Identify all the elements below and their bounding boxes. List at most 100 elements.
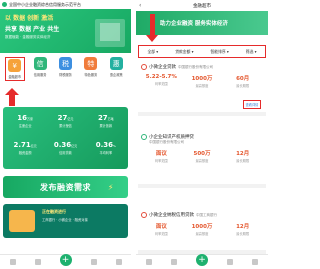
stat-value: 2.71 <box>13 141 31 149</box>
quick-entry-special[interactable]: 特 特色服务 <box>81 57 101 103</box>
supermarket-banner: 助力企业融资 服务实体经济 <box>136 11 268 35</box>
filter-bar: 全部 ▾ 贷款金额 ▾ 智能排序 ▾ 筛选 ▾ <box>138 45 266 58</box>
quick-entry-label: 金融超市 <box>8 75 22 79</box>
platform-logo-icon <box>2 2 7 7</box>
product-rate: 5.22-5.7% <box>145 74 177 80</box>
profile-tab-icon[interactable] <box>115 259 122 265</box>
bank-logo-icon <box>141 64 147 70</box>
quick-entry-policy[interactable]: 惠 惠企政策 <box>106 57 126 103</box>
product-figures: 面议利率范围 500万最高额度 12月最长期限 <box>141 149 263 163</box>
home-header-title: 全国中小企业融资综合信用服务示范平台 <box>9 1 81 7</box>
stat-value: 0.36 <box>95 141 114 149</box>
supermarket-banner-text: 助力企业融资 服务实体经济 <box>160 21 228 27</box>
message-tab-icon[interactable] <box>227 259 234 265</box>
filter-more[interactable]: 筛选 ▾ <box>246 49 257 55</box>
stat-item: 0.36% 平均利率 <box>86 138 126 165</box>
product-amount: 500万 <box>193 151 211 157</box>
news-banner[interactable]: 正在融资进行 工商银行 · 小微企业 · 融资对接 <box>3 204 128 238</box>
product-card[interactable]: 小微企业贷款 中国银行股份有限公司 5.22-5.7% 利率范围 1000万最高额… <box>138 62 266 116</box>
stat-label: 平均利率 <box>99 151 113 155</box>
product-term: 12月 <box>236 224 250 230</box>
message-tab-icon[interactable] <box>90 259 97 265</box>
supermarket-title: 金融超市 <box>193 3 211 9</box>
product-card-head: 小微企业纳税信用贷款 中国工商银行 <box>141 212 263 218</box>
quick-entry-label: 信用服务 <box>33 73 47 77</box>
stat-unit: 万笔 <box>107 117 114 121</box>
product-figures: 5.22-5.7% 利率范围 1000万最高额度 60月最长期限 <box>141 74 263 88</box>
stat-value: 0.36 <box>53 141 72 149</box>
finance-tab-icon[interactable] <box>34 259 41 265</box>
product-term: 60月 <box>236 76 250 82</box>
stat-item: 27亿元 累计授信 <box>45 111 85 138</box>
product-amount: 1000万 <box>191 76 213 82</box>
news-title: 正在融资进行 <box>42 209 66 214</box>
product-rate: 面议 <box>155 151 167 157</box>
arrow-up-annotation-icon <box>5 88 19 106</box>
filter-all[interactable]: 全部 ▾ <box>147 49 158 55</box>
add-icon[interactable]: + <box>195 254 208 266</box>
product-card[interactable]: 小企业知识产权质押贷 中国银行股份有限公司 面议 利率范围 500万 最高额度 12… <box>138 132 266 188</box>
product-bank: 中国银行股份有限公司 <box>178 64 213 69</box>
product-name: 小微企业贷款 <box>149 65 176 70</box>
stat-item: 0.36亿元 信用贷款 <box>45 138 85 165</box>
quick-entry-label: 惠企政策 <box>109 73 123 77</box>
product-amount-label: 最高额度 <box>195 159 209 163</box>
stat-label: 注册企业 <box>18 124 32 128</box>
home-tab-icon[interactable] <box>9 259 16 265</box>
home-tab-icon[interactable] <box>145 259 152 265</box>
publish-financing-demand-button[interactable]: 发布融资需求 ⚡ <box>3 176 128 198</box>
stat-unit: 亿元 <box>67 117 74 121</box>
news-subtitle: 工商银行 · 小微企业 · 融资对接 <box>42 218 88 222</box>
stat-value: 16 <box>17 114 28 122</box>
filter-smart-sort[interactable]: 智能排序 ▾ <box>210 49 228 55</box>
product-rate: 面议 <box>155 224 167 230</box>
product-card[interactable]: 小微企业纳税信用贷款 中国工商银行 面议 利率范围 1000万 最高额度 12月 最长… <box>138 210 266 254</box>
credit-icon: 信 <box>33 57 47 70</box>
stat-label: 累计授信 <box>59 124 72 128</box>
arrow-down-annotation-icon <box>146 14 158 42</box>
stat-item: 2.71亿元 融资金额 <box>5 138 45 165</box>
home-header: 全国中小企业融资综合信用服务示范平台 <box>0 0 131 9</box>
stat-item: 27万笔 累计放款 <box>86 111 126 138</box>
profile-tab-icon[interactable] <box>252 259 259 265</box>
finance-supermarket-screen: ‹ 金融超市 助力企业融资 服务实体经济 全部 ▾ 贷款金额 ▾ 智能排序 ▾ … <box>136 0 268 269</box>
tax-icon: 税 <box>58 57 72 70</box>
stat-unit: % <box>113 144 116 148</box>
product-term: 12月 <box>236 151 250 157</box>
stat-label: 融资金额 <box>18 151 32 155</box>
product-amount-label: 最高额度 <box>195 232 209 236</box>
statistics-panel: 16万家 注册企业 27亿元 累计授信 27万笔 累计放款 2.71亿元 融资金… <box>3 107 128 169</box>
quick-entry-finance-supermarket[interactable]: ¥ 金融超市 <box>4 57 25 81</box>
quick-entry-tax[interactable]: 税 财税服务 <box>55 57 75 103</box>
quick-entry-label: 特色服务 <box>84 73 98 77</box>
finance-tab-icon[interactable] <box>170 259 177 265</box>
bank-logo-icon <box>141 212 147 218</box>
product-card-head: 小微企业贷款 中国银行股份有限公司 <box>141 64 263 70</box>
home-banner[interactable]: 以 数据 创新 激活 共享 数据 产业 共生 数据赋能 · 金融服务实体经济 <box>0 9 131 53</box>
product-figures: 面议 利率范围 1000万 最高额度 12月 最长期限 <box>141 222 263 236</box>
quick-entry-row: ¥ 金融超市 信 信用服务 税 财税服务 特 特色服务 惠 惠企政策 <box>0 53 131 105</box>
lightning-icon: ⚡ <box>107 182 114 192</box>
stat-label: 信用贷款 <box>59 151 72 155</box>
special-icon: 特 <box>84 57 98 70</box>
stat-value: 27 <box>57 114 68 122</box>
promo-label: 发布融资需求 <box>40 182 91 192</box>
product-bank: 中国银行股份有限公司 <box>149 140 184 144</box>
product-term-label: 最长期限 <box>236 84 250 88</box>
banner-building-illustration <box>95 19 125 47</box>
product-amount-label: 最高额度 <box>195 84 209 88</box>
product-rate-label: 利率范围 <box>154 159 168 163</box>
add-icon[interactable]: + <box>59 254 72 266</box>
back-icon[interactable]: ‹ <box>139 2 141 9</box>
quick-entry-credit[interactable]: 信 信用服务 <box>30 57 50 103</box>
filter-loan-amount[interactable]: 贷款金额 ▾ <box>175 49 193 55</box>
supermarket-header: ‹ 金融超市 <box>136 0 268 11</box>
product-bank: 中国工商银行 <box>196 212 217 217</box>
policy-icon: 惠 <box>109 57 123 70</box>
product-name: 小微企业纳税信用贷款 <box>149 213 194 218</box>
view-details-button[interactable]: 查看详情 <box>243 100 261 109</box>
product-term-label: 最长期限 <box>236 159 250 163</box>
product-rate-label: 利率范围 <box>154 232 168 236</box>
bottom-tab-bar: + <box>136 254 268 269</box>
product-rate-label: 利率范围 <box>154 82 168 86</box>
